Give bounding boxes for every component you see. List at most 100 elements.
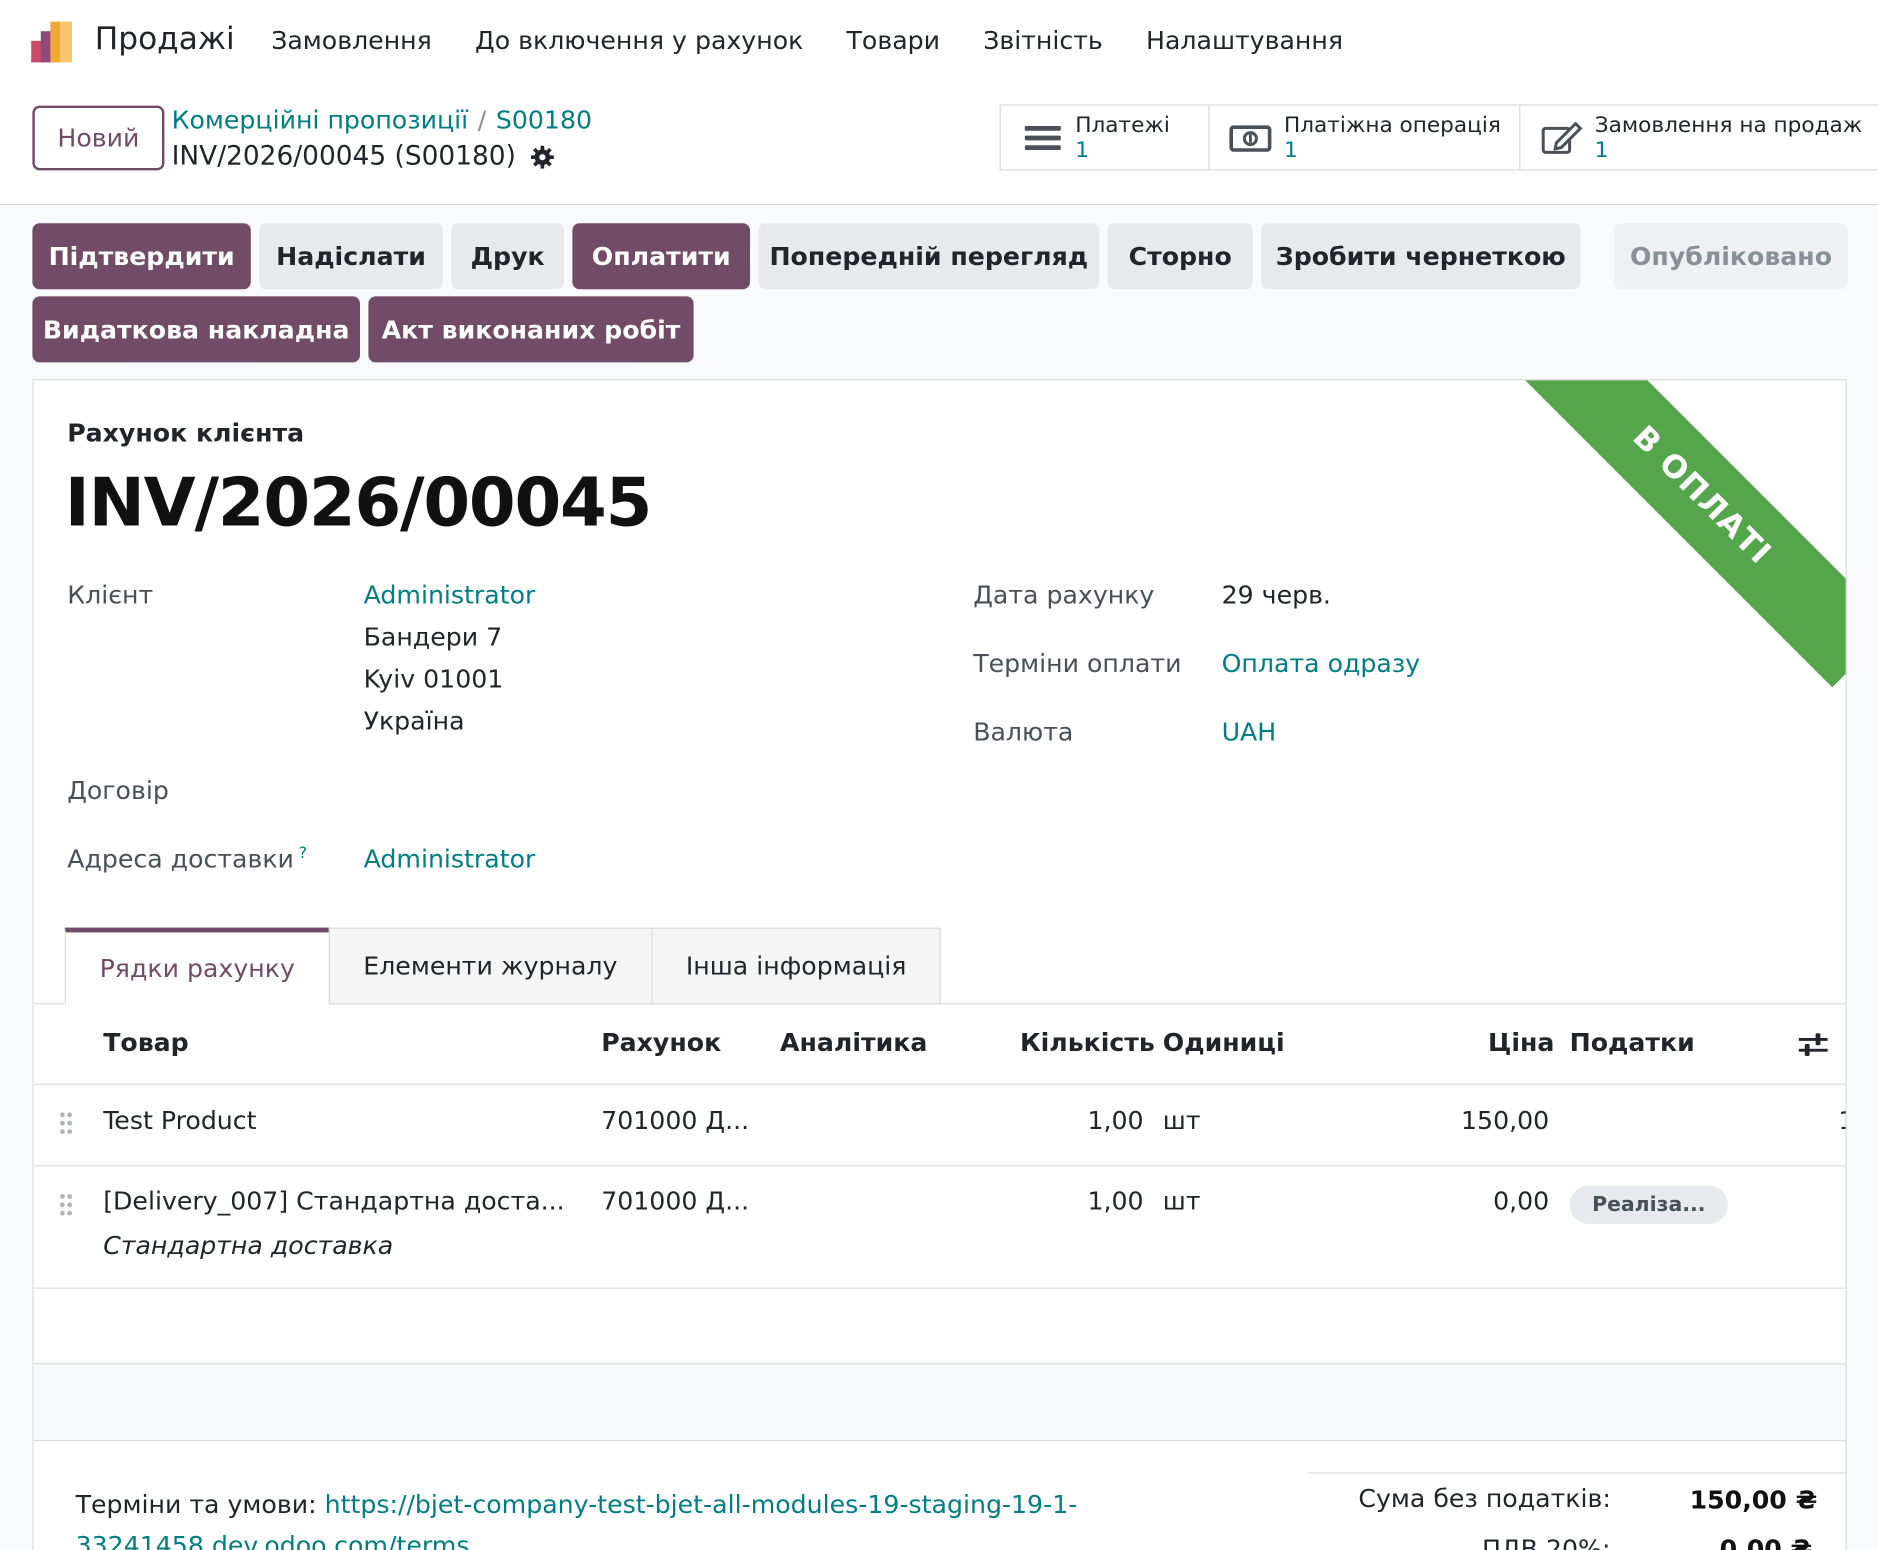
- line-quantity[interactable]: 1,00: [994, 1187, 1143, 1216]
- money-icon: [1229, 124, 1272, 152]
- totals-divider: [1308, 1472, 1846, 1474]
- empty-row: [33, 1288, 1846, 1365]
- sale-order-count: 1: [1594, 137, 1609, 163]
- delivery-address-label: Адреса доставки?: [67, 845, 307, 874]
- currency-field[interactable]: UAH: [1222, 718, 1277, 747]
- column-account[interactable]: Рахунок: [601, 1028, 721, 1057]
- breadcrumb-quotations[interactable]: Комерційні пропозиції: [172, 106, 469, 135]
- tax-badge[interactable]: Реаліза...: [1569, 1185, 1729, 1224]
- app-logo-icon[interactable]: [29, 19, 77, 65]
- row-divider: [33, 1165, 1846, 1167]
- empty-row: [33, 1364, 1846, 1440]
- menu-to-invoice[interactable]: До включення у рахунок: [475, 26, 803, 55]
- control-panel: Новий Комерційні пропозиції / S00180 INV/2…: [0, 86, 1878, 206]
- preview-button[interactable]: Попередній перегляд: [758, 223, 1100, 290]
- terms-and-conditions: Терміни та умови: https://bjet-company-t…: [76, 1484, 1180, 1550]
- contract-label: Договір: [67, 776, 169, 806]
- status-posted[interactable]: Опубліковано: [1614, 223, 1849, 290]
- vat-label: ПДВ 20%:: [1482, 1534, 1611, 1550]
- line-quantity[interactable]: 1,00: [994, 1106, 1143, 1135]
- terms-link-continued[interactable]: 33241458.dev.odoo.com/terms: [76, 1531, 470, 1550]
- payment-terms-field[interactable]: Оплата одразу: [1222, 649, 1421, 678]
- currency-label: Валюта: [973, 717, 1074, 747]
- untaxed-amount-label: Сума без податків:: [1358, 1484, 1611, 1514]
- record-name: INV/2026/00045 (S00180): [171, 141, 516, 172]
- main-menu: Замовлення До включення у рахунок Товари…: [271, 26, 1343, 55]
- app-name[interactable]: Продажі: [95, 22, 235, 58]
- menu-configuration[interactable]: Налаштування: [1146, 26, 1343, 55]
- column-price[interactable]: Ціна: [1488, 1028, 1554, 1057]
- document-type: Рахунок клієнта: [67, 418, 305, 448]
- menu-reporting[interactable]: Звітність: [983, 26, 1103, 55]
- line-uom[interactable]: шт: [1163, 1106, 1201, 1135]
- line-description[interactable]: Стандартна доставка: [103, 1231, 393, 1260]
- print-button[interactable]: Друк: [451, 223, 564, 290]
- client-field[interactable]: Administrator: [364, 581, 536, 610]
- line-account[interactable]: 701000 Д...: [601, 1187, 749, 1216]
- sale-order-smart-text: Замовлення на продаж 1: [1595, 112, 1862, 162]
- delivery-address-label-text: Адреса доставки: [67, 844, 294, 874]
- reset-to-draft-button[interactable]: Зробити чернеткою: [1261, 223, 1581, 290]
- delivery-note-button[interactable]: Видаткова накладна: [32, 296, 361, 363]
- line-price[interactable]: 150,00: [1390, 1106, 1549, 1135]
- payments-label: Платежі: [1075, 112, 1170, 138]
- breadcrumb-separator: /: [477, 105, 487, 135]
- act-of-work-button[interactable]: Акт виконаних робіт: [368, 296, 694, 363]
- breadcrumb-order[interactable]: S00180: [496, 106, 592, 135]
- column-uom[interactable]: Одиниці: [1163, 1028, 1285, 1057]
- sale-order-label: Замовлення на продаж: [1594, 112, 1863, 138]
- gear-icon[interactable]: [530, 145, 554, 169]
- row-divider: [33, 1440, 1846, 1442]
- tab-invoice-lines[interactable]: Рядки рахунку: [64, 927, 330, 1005]
- vat-value: 0,00 ₴: [1719, 1534, 1813, 1550]
- record-title: INV/2026/00045 (S00180): [172, 142, 555, 172]
- invoice-date-field[interactable]: 29 черв.: [1222, 581, 1331, 610]
- line-product[interactable]: Test Product: [103, 1106, 256, 1135]
- column-taxes[interactable]: Податки: [1570, 1028, 1695, 1057]
- payments-smart-text: Платежі 1: [1075, 112, 1170, 162]
- help-icon[interactable]: ?: [299, 845, 307, 863]
- confirm-button[interactable]: Підтвердити: [32, 223, 251, 290]
- notebook-tabs: Рядки рахунку Елементи журналу Інша інфо…: [64, 927, 942, 1005]
- column-quantity[interactable]: Кількість: [1020, 1028, 1155, 1057]
- drag-handle-icon[interactable]: [59, 1111, 73, 1135]
- new-button[interactable]: Новий: [32, 105, 165, 171]
- payment-transaction-label: Платіжна операція: [1284, 112, 1501, 138]
- client-address-country: Україна: [363, 706, 465, 736]
- sale-order-smart-button[interactable]: Замовлення на продаж 1: [1519, 104, 1878, 171]
- pay-button[interactable]: Оплатити: [572, 223, 750, 290]
- menu-orders[interactable]: Замовлення: [271, 26, 432, 55]
- menu-products[interactable]: Товари: [847, 26, 940, 55]
- payments-count: 1: [1075, 137, 1089, 163]
- list-icon: [1024, 125, 1061, 150]
- edit-icon: [1541, 120, 1583, 154]
- line-account[interactable]: 701000 Д...: [601, 1106, 749, 1135]
- tab-other-info[interactable]: Інша інформація: [651, 927, 942, 1005]
- drag-handle-icon[interactable]: [59, 1193, 73, 1217]
- payment-transaction-smart-text: Платіжна операція 1: [1284, 112, 1501, 162]
- untaxed-amount-value: 150,00 ₴: [1689, 1485, 1818, 1515]
- top-navbar: Продажі Замовлення До включення у рахуно…: [0, 0, 1878, 87]
- reverse-button[interactable]: Сторно: [1107, 223, 1253, 290]
- column-analytic[interactable]: Аналітика: [780, 1028, 927, 1057]
- payment-status-ribbon: В ОПЛАТІ: [1509, 380, 1846, 688]
- payment-transaction-smart-button[interactable]: Платіжна операція 1: [1208, 104, 1521, 171]
- tab-journal-items[interactable]: Елементи журналу: [328, 927, 653, 1005]
- send-button[interactable]: Надіслати: [259, 223, 443, 290]
- payment-transaction-count: 1: [1284, 137, 1298, 163]
- header-divider: [33, 1083, 1846, 1085]
- invoice-date-label: Дата рахунку: [973, 580, 1155, 610]
- line-subtotal-overflow: 1: [1838, 1106, 1845, 1135]
- line-price[interactable]: 0,00: [1390, 1187, 1549, 1216]
- line-uom[interactable]: шт: [1163, 1187, 1201, 1216]
- invoice-number: INV/2026/00045: [64, 464, 653, 543]
- column-product[interactable]: Товар: [103, 1028, 189, 1057]
- payment-terms-label: Терміни оплати: [973, 649, 1182, 678]
- line-product[interactable]: [Delivery_007] Стандартна доста...: [103, 1187, 564, 1216]
- terms-link[interactable]: https://bjet-company-test-bjet-all-modul…: [325, 1490, 1078, 1519]
- client-label: Клієнт: [67, 580, 154, 610]
- optional-columns-icon[interactable]: [1798, 1032, 1829, 1058]
- delivery-address-field[interactable]: Administrator: [364, 845, 536, 874]
- terms-label: Терміни та умови:: [75, 1490, 317, 1520]
- payments-smart-button[interactable]: Платежі 1: [999, 104, 1210, 171]
